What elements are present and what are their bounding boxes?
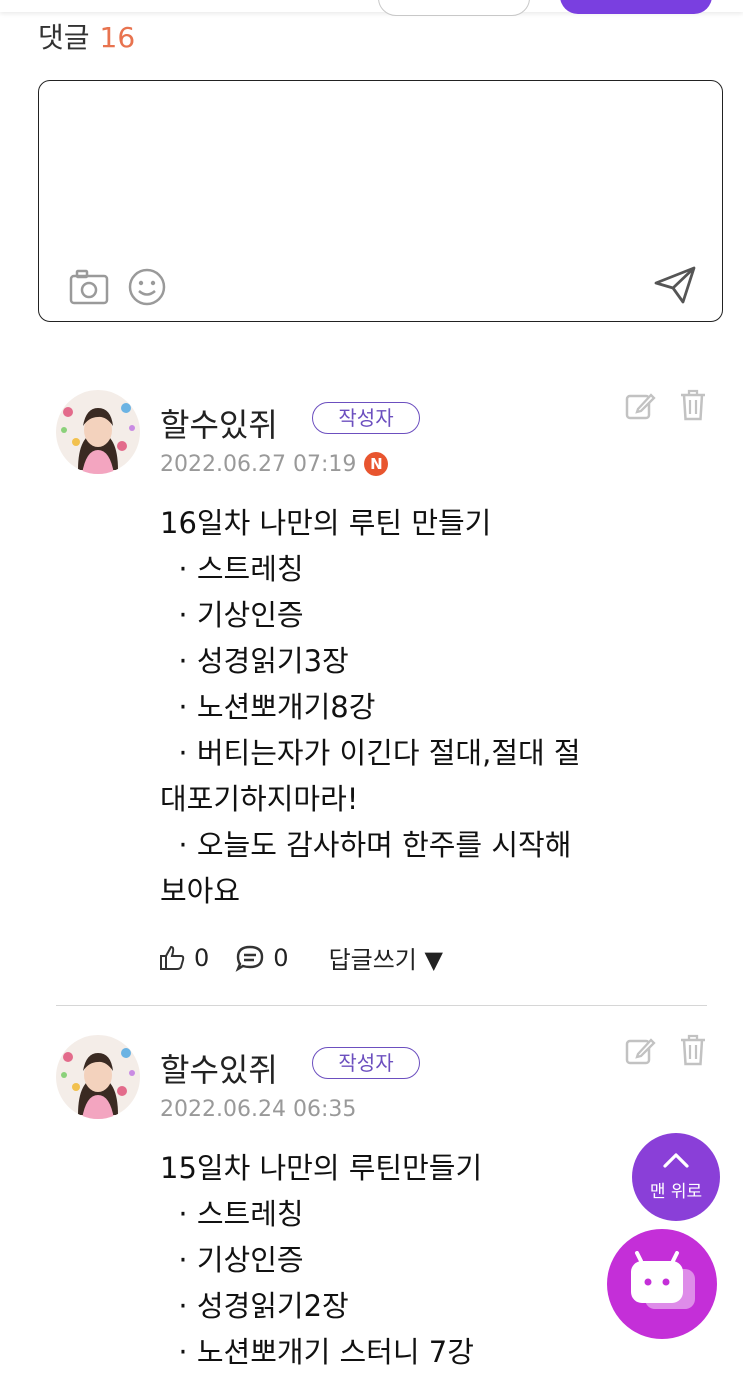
- comment-line: · 성경읽기2장: [160, 1289, 349, 1323]
- comment-author[interactable]: 할수있쥐: [160, 400, 278, 446]
- comment-body: 16일차 나만의 루틴 만들기 · 스트레칭 · 기상인증 · 성경읽기3장 ·…: [160, 500, 650, 914]
- comment-count-header: 댓글 16: [38, 16, 135, 56]
- new-badge: N: [364, 452, 389, 476]
- thumbs-up-icon: [160, 945, 185, 970]
- comment-date: 2022.06.27 07:19 N: [160, 452, 389, 477]
- comment-line: · 노션뽀개기 스터니 7강: [160, 1335, 474, 1369]
- send-icon[interactable]: [653, 265, 697, 305]
- like-button[interactable]: 0: [158, 944, 209, 972]
- comment-line: · 스트레칭: [160, 1197, 304, 1231]
- scroll-to-top-button[interactable]: 맨 위로: [632, 1133, 720, 1221]
- edit-icon[interactable]: [624, 1035, 656, 1067]
- reply-button[interactable]: 답글쓰기 ▼: [329, 940, 443, 975]
- comment-date: 2022.06.24 06:35: [160, 1097, 357, 1122]
- comment-line: · 기상인증: [160, 1243, 304, 1277]
- reply-count-button[interactable]: 0: [235, 943, 289, 972]
- scroll-to-top-label: 맨 위로: [649, 1182, 703, 1202]
- smile-icon[interactable]: [127, 267, 167, 307]
- comment-line: 15일차 나만의 루틴만들기: [160, 1151, 483, 1185]
- comment-line: 보아요: [160, 874, 241, 908]
- comment-line: 대포기하지마라!: [160, 782, 359, 816]
- comments-count: 16: [99, 21, 136, 54]
- avatar[interactable]: [56, 390, 140, 474]
- chatbot-button[interactable]: [607, 1229, 717, 1339]
- speech-bubble-icon: [235, 945, 264, 972]
- comment-line: · 버티는자가 이긴다 절대,절대 절: [160, 736, 581, 770]
- comment-date-text: 2022.06.27 07:19: [160, 452, 357, 477]
- comment-actions: 0 0 답글쓰기 ▼: [158, 940, 443, 975]
- like-count: 0: [194, 943, 210, 972]
- chevron-up-icon: [663, 1153, 689, 1168]
- comment-author[interactable]: 할수있쥐: [160, 1045, 278, 1091]
- avatar[interactable]: [56, 1035, 140, 1119]
- camera-icon[interactable]: [69, 269, 109, 305]
- author-badge: 작성자: [312, 1047, 420, 1079]
- toolbar-button-secondary[interactable]: [378, 0, 530, 16]
- comment-line: · 스트레칭: [160, 552, 304, 586]
- divider: [56, 1005, 707, 1006]
- delete-icon[interactable]: [678, 1033, 708, 1067]
- edit-icon[interactable]: [624, 390, 656, 422]
- comment-line: 16일차 나만의 루틴 만들기: [160, 506, 492, 540]
- comment-line: · 노션뽀개기8강: [160, 690, 376, 724]
- comment-input[interactable]: [38, 80, 723, 322]
- comment-line: · 성경읽기3장: [160, 644, 349, 678]
- comment-body: 15일차 나만의 루틴만들기 · 스트레칭 · 기상인증 · 성경읽기2장 · …: [160, 1145, 650, 1375]
- comment-line: · 기상인증: [160, 598, 304, 632]
- toolbar-button-primary[interactable]: [560, 0, 712, 14]
- reply-count: 0: [273, 943, 289, 972]
- comment-line: · 오늘도 감사하며 한주를 시작해: [160, 828, 572, 862]
- chatbot-icon: [631, 1251, 695, 1309]
- delete-icon[interactable]: [678, 388, 708, 422]
- comments-label: 댓글: [38, 21, 90, 54]
- author-badge: 작성자: [312, 402, 420, 434]
